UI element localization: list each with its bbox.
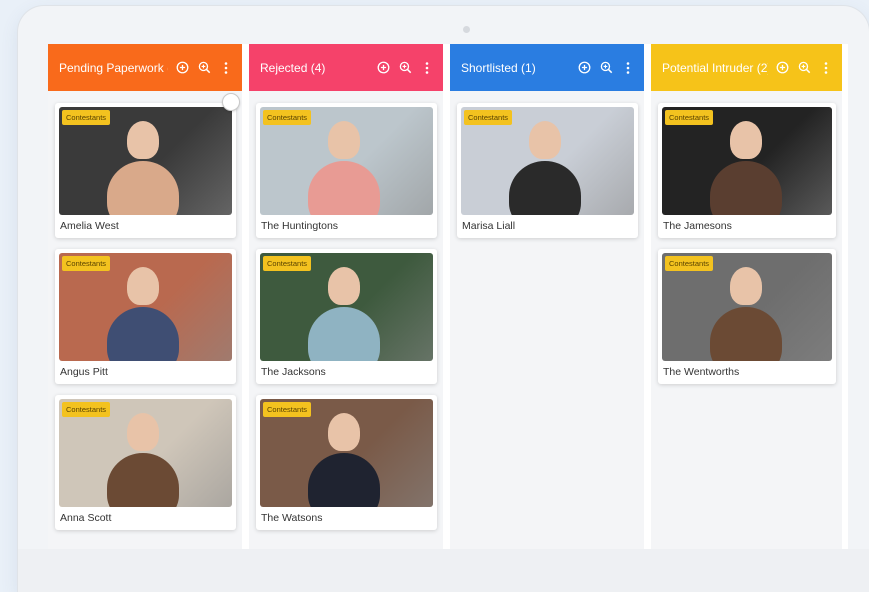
contestant-card[interactable]: Contestants The Jacksons (256, 249, 437, 384)
person-silhouette (730, 121, 762, 159)
zoom-in-icon[interactable] (397, 60, 413, 76)
contestant-name: Anna Scott (60, 512, 112, 524)
more-vertical-icon[interactable] (818, 60, 834, 76)
person-silhouette (308, 161, 380, 215)
contestant-card[interactable]: Contestants Marisa Liall (457, 103, 638, 238)
category-tag: Contestants (62, 402, 111, 417)
column-title: Rejected (4) (260, 60, 326, 75)
card-list: Contestants Marisa Liall (450, 91, 644, 238)
category-tag: Contestants (62, 256, 111, 271)
contestant-photo: Contestants (260, 399, 433, 507)
camera-dot (463, 26, 470, 33)
more-vertical-icon[interactable] (620, 60, 636, 76)
contestant-photo: Contestants (59, 107, 232, 215)
column-header: Pending Paperwork (13) (48, 44, 242, 91)
person-silhouette (107, 161, 179, 215)
contestant-name: Angus Pitt (60, 366, 108, 378)
drag-handle[interactable] (222, 93, 240, 111)
category-tag: Contestants (665, 256, 714, 271)
contestant-card[interactable]: Contestants The Wentworths (658, 249, 836, 384)
column: Rejected (4) Contestants The Huntingtons Co… (249, 44, 443, 549)
card-list: Contestants The Jamesons Contestants The We… (651, 91, 842, 384)
person-silhouette (127, 267, 159, 305)
contestant-card[interactable]: Contestants The Jamesons (658, 103, 836, 238)
laptop-base (18, 549, 869, 592)
category-tag: Contestants (464, 110, 513, 125)
contestant-card[interactable]: Contestants Anna Scott (55, 395, 236, 530)
column-title: Pending Paperwork (13) (59, 60, 168, 75)
contestant-photo: Contestants (59, 253, 232, 361)
person-silhouette (308, 453, 380, 507)
person-silhouette (328, 267, 360, 305)
column-title: Shortlisted (1) (461, 60, 536, 75)
category-tag: Contestants (62, 110, 111, 125)
contestant-card[interactable]: Contestants Amelia West (55, 93, 240, 238)
person-silhouette (710, 307, 782, 361)
contestant-name: Marisa Liall (462, 220, 516, 232)
contestant-name: The Watsons (261, 512, 323, 524)
card-list: Contestants The Huntingtons Contestants The… (249, 91, 443, 530)
contestant-photo: Contestants (662, 253, 832, 361)
contestant-card[interactable]: Contestants The Watsons (256, 395, 437, 530)
contestant-card[interactable]: Contestants The Huntingtons (256, 103, 437, 238)
contestant-photo: Contestants (260, 253, 433, 361)
contestant-photo: Contestants (662, 107, 832, 215)
contestant-name: The Huntingtons (261, 220, 339, 232)
person-silhouette (328, 413, 360, 451)
person-silhouette (107, 453, 179, 507)
person-silhouette (509, 161, 581, 215)
column: Shortlisted (1) Contestants Marisa Liall (450, 44, 644, 549)
add-circle-icon[interactable] (174, 60, 190, 76)
person-silhouette (529, 121, 561, 159)
column: Pending Paperwork (13) Contestants Amelia … (48, 44, 242, 549)
person-silhouette (730, 267, 762, 305)
category-tag: Contestants (263, 110, 312, 125)
add-circle-icon[interactable] (576, 60, 592, 76)
zoom-in-icon[interactable] (796, 60, 812, 76)
column-title: Potential Intruder (2) (662, 60, 768, 75)
person-silhouette (127, 121, 159, 159)
person-silhouette (710, 161, 782, 215)
person-silhouette (107, 307, 179, 361)
category-tag: Contestants (263, 256, 312, 271)
person-silhouette (127, 413, 159, 451)
add-circle-icon[interactable] (774, 60, 790, 76)
contestant-name: Amelia West (60, 220, 119, 232)
category-tag: Contestants (263, 402, 312, 417)
contestant-photo: Contestants (260, 107, 433, 215)
contestant-card[interactable]: Contestants Angus Pitt (55, 249, 236, 384)
column-header: Potential Intruder (2) (651, 44, 842, 91)
more-vertical-icon[interactable] (419, 60, 435, 76)
person-silhouette (308, 307, 380, 361)
kanban-board: Pending Paperwork (13) Contestants Amelia … (48, 44, 848, 549)
contestant-photo: Contestants (461, 107, 634, 215)
contestant-name: The Wentworths (663, 366, 740, 378)
contestant-name: The Jamesons (663, 220, 732, 232)
column-header: Rejected (4) (249, 44, 443, 91)
contestant-name: The Jacksons (261, 366, 326, 378)
column: Potential Intruder (2) Contestants The Jam… (651, 44, 842, 549)
add-circle-icon[interactable] (375, 60, 391, 76)
zoom-in-icon[interactable] (598, 60, 614, 76)
person-silhouette (328, 121, 360, 159)
category-tag: Contestants (665, 110, 714, 125)
contestant-photo: Contestants (59, 399, 232, 507)
card-list: Contestants Amelia West Contestants Angus P… (48, 91, 242, 530)
kanban-screen: Pending Paperwork (13) Contestants Amelia … (48, 44, 848, 549)
zoom-in-icon[interactable] (196, 60, 212, 76)
column-header: Shortlisted (1) (450, 44, 644, 91)
more-vertical-icon[interactable] (218, 60, 234, 76)
